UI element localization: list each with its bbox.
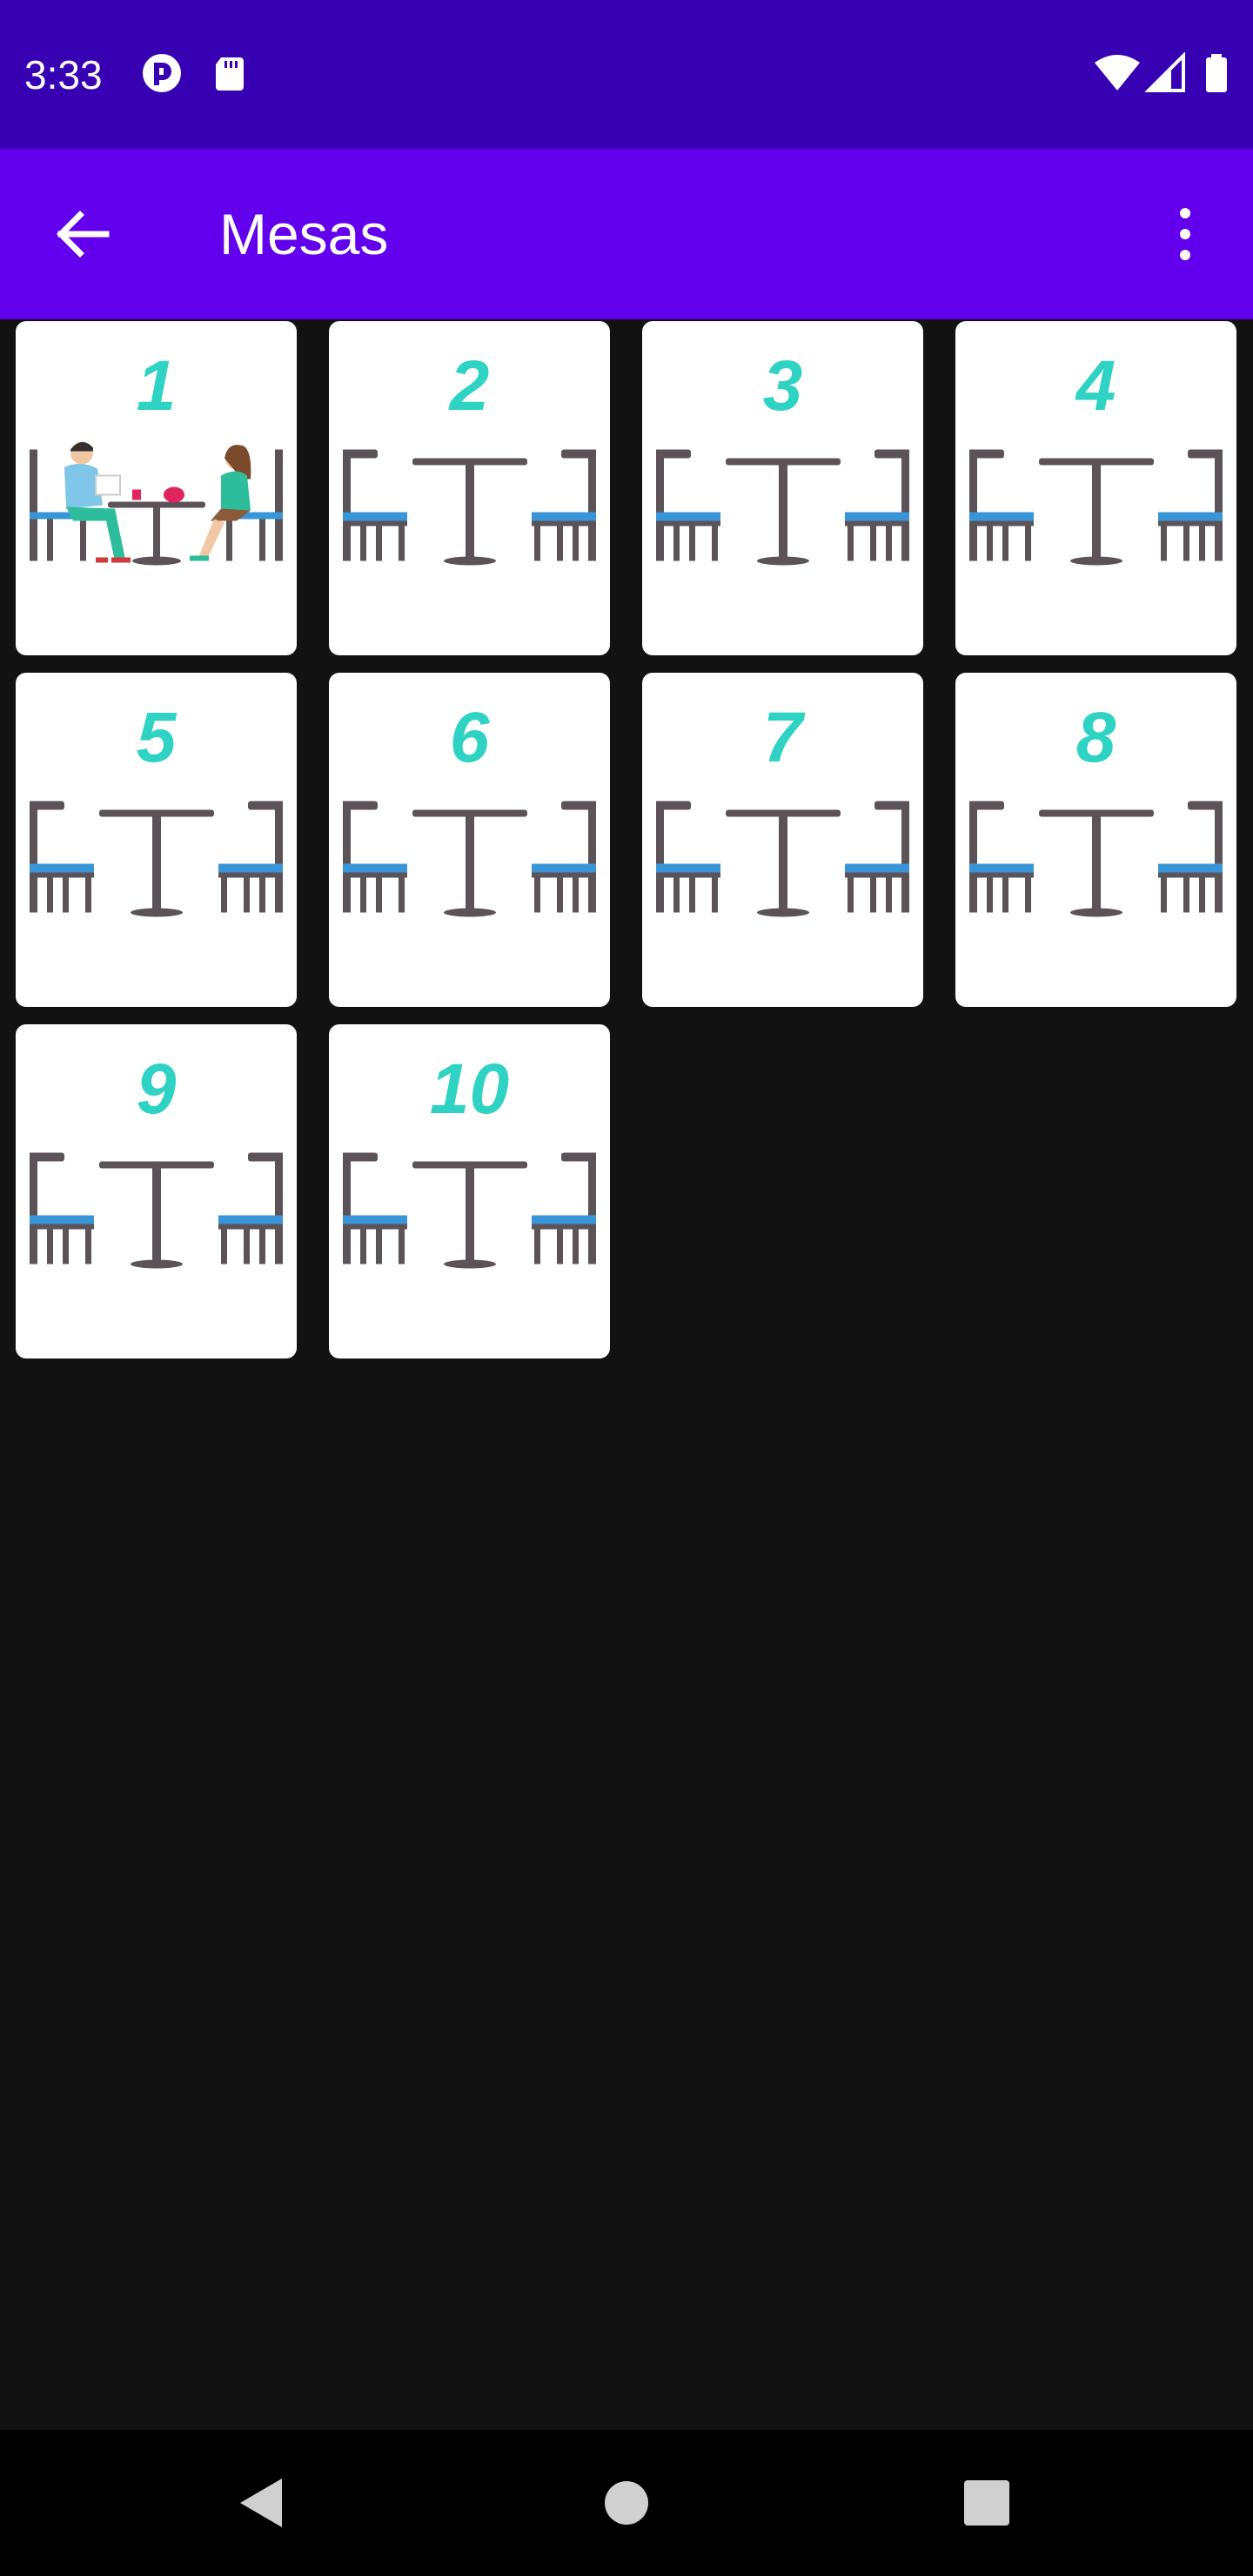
tables-grid: 1 2 3 4 5 6 7 8 9 10: [16, 321, 1237, 1358]
table-card-9[interactable]: 9: [16, 1024, 297, 1358]
nav-recents-button[interactable]: [943, 2459, 1030, 2546]
table-number: 10: [429, 1050, 510, 1129]
table-card-2[interactable]: 2: [329, 321, 610, 655]
app-bar: Mesas: [0, 149, 1253, 319]
page-title: Mesas: [219, 202, 389, 266]
empty-table-image: [968, 777, 1224, 934]
arrow-back-icon: [57, 211, 110, 258]
couple-at-table-image: [28, 426, 285, 582]
empty-table-image: [968, 426, 1224, 582]
table-number: 5: [136, 698, 177, 777]
nav-back-button[interactable]: [218, 2459, 305, 2546]
overflow-menu-button[interactable]: [1145, 191, 1232, 278]
recents-square-icon: [964, 2480, 1009, 2526]
table-card-4[interactable]: 4: [955, 321, 1236, 655]
back-triangle-icon: [240, 2479, 282, 2527]
home-circle-icon: [605, 2481, 648, 2525]
table-number: 1: [136, 346, 177, 426]
nav-home-button[interactable]: [583, 2459, 670, 2546]
status-time: 3:33: [24, 52, 103, 97]
status-bar: 3:33: [0, 0, 1253, 149]
table-card-10[interactable]: 10: [329, 1024, 610, 1358]
table-number: 3: [762, 346, 803, 426]
back-button[interactable]: [38, 191, 125, 278]
table-number: 7: [762, 698, 803, 777]
empty-table-image: [341, 777, 598, 934]
empty-table-image: [654, 777, 911, 934]
empty-table-image: [654, 426, 911, 582]
table-card-3[interactable]: 3: [642, 321, 923, 655]
table-card-8[interactable]: 8: [955, 673, 1236, 1007]
table-number: 9: [136, 1050, 177, 1129]
empty-table-image: [28, 1129, 285, 1285]
table-card-6[interactable]: 6: [329, 673, 610, 1007]
notification-app-icon: [141, 52, 183, 94]
battery-icon: [1201, 52, 1232, 94]
table-number: 6: [449, 698, 490, 777]
empty-table-image: [341, 426, 598, 582]
table-card-5[interactable]: 5: [16, 673, 297, 1007]
table-number: 8: [1075, 698, 1116, 777]
system-nav-bar: [0, 2430, 1253, 2576]
table-number: 2: [449, 346, 490, 426]
more-vert-icon: [1180, 208, 1190, 260]
table-number: 4: [1075, 346, 1116, 426]
empty-table-image: [28, 777, 285, 934]
empty-table-image: [341, 1129, 598, 1285]
table-card-1[interactable]: 1: [16, 321, 297, 655]
table-card-7[interactable]: 7: [642, 673, 923, 1007]
wifi-icon: [1093, 52, 1142, 94]
sd-card-icon: [209, 52, 251, 94]
signal-icon: [1145, 52, 1187, 94]
